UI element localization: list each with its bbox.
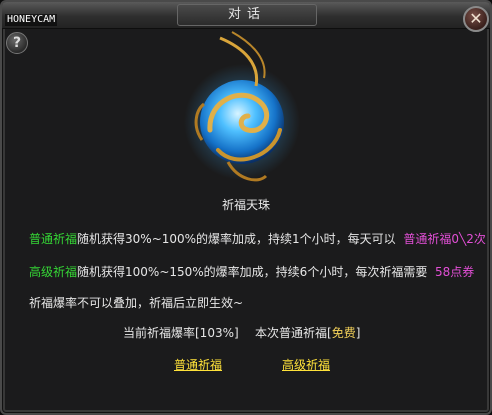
watermark: HONEYCAM bbox=[5, 14, 58, 26]
item-name: 祈福天珠 bbox=[221, 198, 270, 212]
normal-cost-status: 本次普通祈福[免费] bbox=[255, 324, 360, 341]
question-icon: ? bbox=[12, 35, 22, 51]
advanced-rule-name: 高级祈福 bbox=[29, 265, 78, 279]
normal-rule-text: 随机获得30%~100%的爆率加成，持续1个小时，每天可以 bbox=[77, 232, 396, 246]
advanced-blessing-link[interactable]: 高级祈福 bbox=[282, 356, 330, 373]
help-button[interactable]: ? bbox=[6, 32, 28, 54]
advanced-cost: 58点券 bbox=[434, 265, 475, 279]
blessing-dialog: 对话 HONEYCAM ? ✕ 祈福天珠 普通祈福随机获得30%~100%的爆率… bbox=[0, 0, 492, 415]
normal-cost-prefix: 本次普通祈福[ bbox=[255, 326, 332, 340]
normal-cost-value: 免费 bbox=[331, 326, 356, 340]
current-rate: 当前祈福爆率[103%] bbox=[123, 326, 239, 340]
close-button[interactable]: ✕ bbox=[463, 6, 489, 32]
advanced-rule-text: 随机获得100%~150%的爆率加成，持续6个小时，每次祈福需要 bbox=[77, 265, 428, 279]
normal-quota: 普通祈福0╲2次 bbox=[403, 232, 486, 246]
rule-note: 祈福爆率不可以叠加，祈福后立即生效~ bbox=[29, 296, 244, 310]
dialog-title: 对话 bbox=[177, 4, 317, 26]
normal-rule-name: 普通祈福 bbox=[29, 232, 78, 246]
close-icon: ✕ bbox=[469, 9, 483, 28]
blessing-orb-icon bbox=[184, 31, 300, 182]
advanced-rule-line: 高级祈福随机获得100%~150%的爆率加成，持续6个小时，每次祈福需要 58点… bbox=[29, 263, 474, 280]
title-bar: 对话 bbox=[2, 2, 490, 29]
normal-rule-line: 普通祈福随机获得30%~100%的爆率加成，持续1个小时，每天可以 普通祈福0╲… bbox=[29, 230, 486, 247]
normal-cost-suffix: ] bbox=[355, 326, 361, 340]
normal-blessing-link[interactable]: 普通祈福 bbox=[174, 356, 222, 373]
